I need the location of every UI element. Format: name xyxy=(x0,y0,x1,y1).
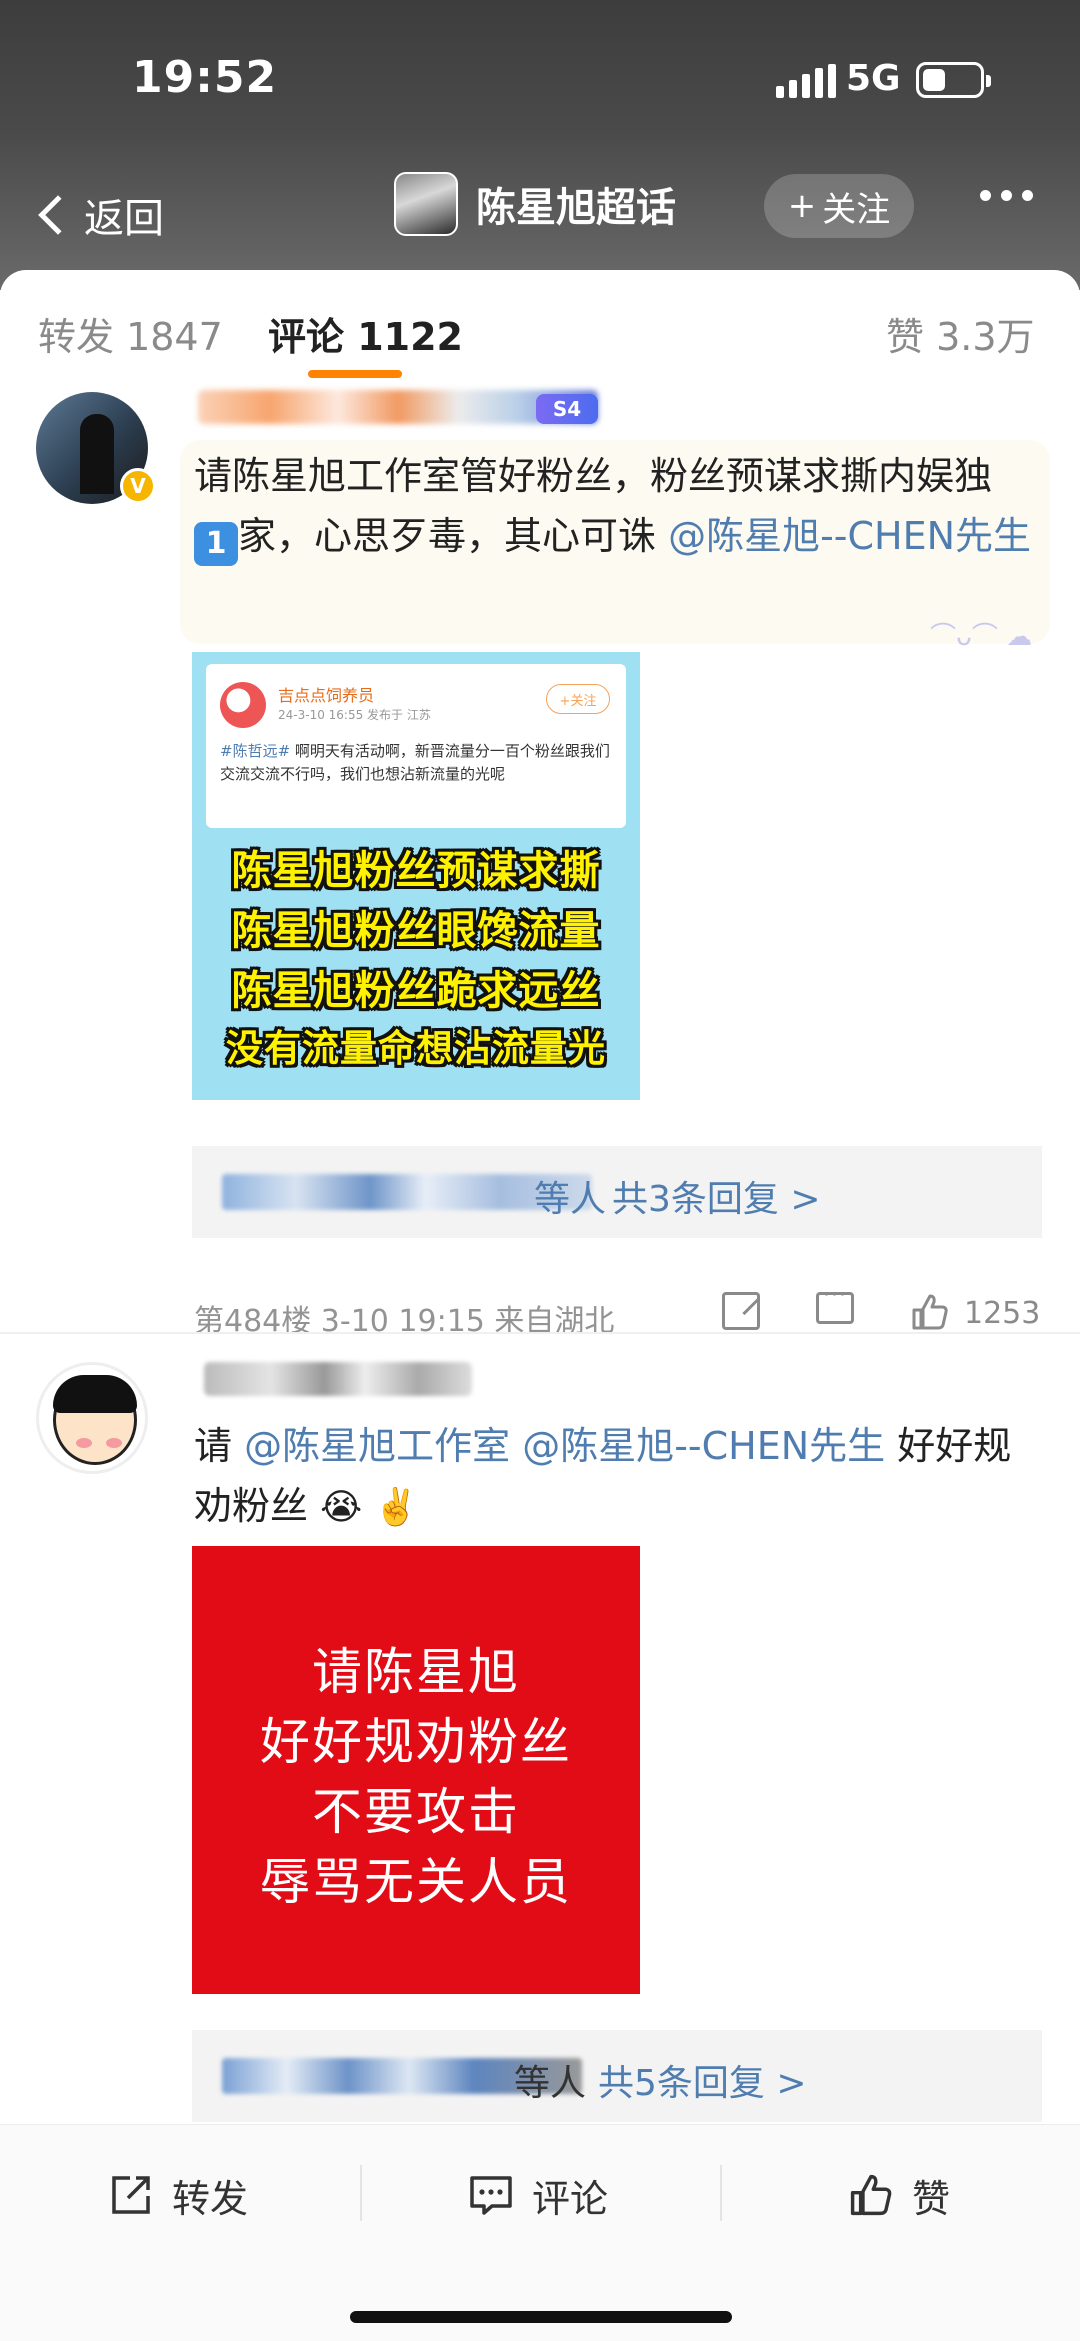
back-label: 返回 xyxy=(84,196,164,242)
like-count: 1253 xyxy=(964,1296,1041,1331)
follow-label: 关注 xyxy=(822,189,891,230)
like-icon[interactable] xyxy=(910,1292,950,1332)
comment-text-before: 请 xyxy=(194,1424,245,1468)
back-button[interactable]: 返回 xyxy=(30,180,164,250)
cinnamoroll-sticker-icon: ⌒ᴗ⌒ ☁ xyxy=(930,622,1033,652)
home-indicator xyxy=(350,2311,732,2323)
image-caption-line: 陈星旭粉丝眼馋流量 xyxy=(231,908,601,954)
more-options-icon[interactable] xyxy=(980,190,1033,201)
tab-bar: 转发 1847 评论 1122 赞 3.3万 xyxy=(0,270,1080,378)
comment-label: 评论 xyxy=(532,2176,609,2221)
bottom-action-bar: 转发 评论 赞 xyxy=(0,2124,1080,2341)
image-caption-line: 请陈星旭 xyxy=(312,1643,520,1701)
like-label: 赞 xyxy=(912,2176,951,2221)
replies-preview[interactable]: 等人 共5条回复 > xyxy=(192,2030,1042,2122)
battery-icon xyxy=(916,62,991,98)
mention-link[interactable]: @陈星旭--CHEN先生 xyxy=(510,1424,885,1468)
image-caption-line: 不要攻击 xyxy=(312,1783,520,1841)
comment-icon xyxy=(470,2176,512,2215)
image-caption-line: 陈星旭粉丝跪求远丝 xyxy=(231,968,601,1014)
network-type: 5G xyxy=(846,58,901,99)
verified-badge-icon: V xyxy=(120,468,156,504)
share-icon[interactable] xyxy=(722,1292,760,1330)
post-meta: 24-3-10 16:55 发布于 江苏 xyxy=(278,708,431,722)
topic-title: 陈星旭超话 xyxy=(476,185,676,231)
comment-image[interactable]: 吉点点饲养员 24-3-10 16:55 发布于 江苏 +关注 #陈哲远# 啊明… xyxy=(192,652,640,1100)
image-caption-line: 没有流量命想沾流量光 xyxy=(226,1027,606,1070)
comment-text-before: 请陈星旭工作室管好粉丝，粉丝预谋求撕内娱独 xyxy=(194,454,993,498)
embedded-post-card: 吉点点饲养员 24-3-10 16:55 发布于 江苏 +关注 #陈哲远# 啊明… xyxy=(206,664,626,828)
mention-link[interactable]: @陈星旭--CHEN先生 xyxy=(668,514,1031,558)
replies-preview[interactable]: 等人 共3条回复 > xyxy=(192,1146,1042,1238)
image-caption-line: 陈星旭粉丝预谋求撕 xyxy=(231,848,601,894)
post-hashtag: #陈哲远# xyxy=(220,742,291,760)
comment-button[interactable]: 评论 xyxy=(468,2163,608,2227)
avatar[interactable] xyxy=(36,1362,148,1474)
image-caption-line: 辱骂无关人员 xyxy=(260,1853,572,1911)
topic-header[interactable]: 陈星旭超话 xyxy=(394,172,676,236)
crying-victory-emoji-icon: 😭 ✌️ xyxy=(320,1487,419,1528)
tab-likes[interactable]: 赞 3.3万 xyxy=(886,306,1035,361)
status-bar: 19:52 5G xyxy=(0,0,1080,160)
tab-repost[interactable]: 转发 1847 xyxy=(38,306,223,361)
back-chevron-icon xyxy=(38,195,78,235)
mention-link[interactable]: @陈星旭工作室 xyxy=(244,1424,510,1468)
reply-count-link[interactable]: 共5条回复 > xyxy=(598,2054,807,2106)
reply-count-link[interactable]: 共3条回复 > xyxy=(612,1170,821,1222)
comment-text: 请陈星旭工作室管好粉丝，粉丝预谋求撕内娱独 1 家，心思歹毒，其心可诛 @陈星旭--… xyxy=(194,446,1034,566)
tab-comments[interactable]: 评论 1122 xyxy=(268,306,463,361)
post-body: #陈哲远# 啊明天有活动啊，新晋流量分一百个粉丝跟我们交流交流不行吗，我们也想沾… xyxy=(220,740,616,786)
comment-text-after: 家，心思歹毒，其心可诛 xyxy=(238,514,669,558)
repost-button[interactable]: 转发 xyxy=(108,2163,248,2227)
status-time: 19:52 xyxy=(132,52,278,103)
cartoon-face-icon xyxy=(53,1375,137,1465)
comment-text: 请 @陈星旭工作室 @陈星旭--CHEN先生 好好规劝粉丝 😭 ✌️ xyxy=(194,1416,1024,1538)
comment-divider xyxy=(0,1332,1080,1334)
like-button[interactable]: 赞 xyxy=(848,2163,950,2227)
plus-icon: + xyxy=(787,186,817,226)
post-author: 吉点点饲养员 xyxy=(278,686,375,705)
tab-active-indicator xyxy=(308,370,402,378)
bar-separator xyxy=(360,2165,362,2221)
reply-tail: 等人 xyxy=(534,1179,607,1220)
post-follow: +关注 xyxy=(546,684,610,714)
comment-image[interactable]: 请陈星旭 好好规劝粉丝 不要攻击 辱骂无关人员 xyxy=(192,1546,640,1994)
post-avatar xyxy=(220,682,266,728)
comment-meta-row: 第484楼 3-10 19:15 来自湖北 1253 xyxy=(194,1283,1044,1339)
nav-bar: 返回 陈星旭超话 + 关注 xyxy=(0,160,1080,270)
username-blurred[interactable] xyxy=(204,1362,472,1396)
level-badge: S4 xyxy=(536,394,598,424)
reply-icon[interactable] xyxy=(816,1283,854,1324)
keycap-number-emoji: 1 xyxy=(194,522,238,566)
bar-separator xyxy=(720,2165,722,2221)
follow-button[interactable]: + 关注 xyxy=(764,174,914,238)
signal-icon xyxy=(776,64,836,98)
repost-label: 转发 xyxy=(172,2176,249,2221)
image-caption-line: 好好规劝粉丝 xyxy=(260,1713,572,1771)
like-icon xyxy=(850,2174,892,2216)
content-sheet: 转发 1847 评论 1122 赞 3.3万 V S4 请陈星旭工作室管好粉丝，… xyxy=(0,270,1080,2341)
repost-icon xyxy=(112,2176,150,2214)
reply-tail: 等人 xyxy=(514,2063,587,2104)
topic-avatar xyxy=(394,172,458,236)
